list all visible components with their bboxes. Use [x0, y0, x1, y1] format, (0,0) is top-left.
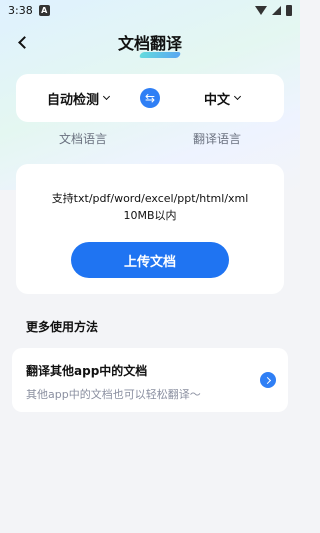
supported-formats-text: 支持txt/pdf/word/excel/ppt/html/xml 10MB以内 — [51, 192, 249, 222]
target-language-caption: 翻译语言 — [192, 132, 241, 146]
more-methods-heading: 更多使用方法 — [26, 320, 99, 334]
status-bar: 3:38 A — [0, 0, 300, 20]
wifi-icon — [255, 5, 267, 15]
chevron-down-icon — [102, 92, 111, 101]
card-title: 翻译其他app中的文档 — [26, 364, 148, 378]
language-captions: 文档语言 翻译语言 — [16, 130, 284, 148]
notification-icon: A — [38, 4, 50, 16]
chevron-right-icon[interactable] — [260, 372, 276, 388]
upload-document-button[interactable]: 上传文档 — [71, 242, 229, 278]
chevron-down-icon — [233, 92, 242, 101]
page-title: 文档翻译 — [118, 30, 182, 58]
language-selector: 自动检测 ⇆ 中文 — [16, 74, 284, 122]
target-language-label: 中文 — [203, 92, 230, 108]
translate-other-app-card[interactable]: 翻译其他app中的文档 其他app中的文档也可以轻松翻译〜 — [12, 348, 288, 412]
signal-icon — [272, 5, 281, 15]
status-time: 3:38 — [8, 3, 33, 17]
source-language-label: 自动检测 — [46, 92, 99, 108]
battery-icon — [286, 4, 292, 16]
back-button[interactable] — [10, 30, 34, 54]
swap-icon: ⇆ — [144, 91, 156, 105]
source-language-dropdown[interactable]: 自动检测 — [16, 89, 140, 108]
back-arrow-icon — [17, 35, 31, 49]
source-language-caption: 文档语言 — [58, 132, 107, 146]
target-language-dropdown[interactable]: 中文 — [160, 89, 284, 108]
upload-card: 支持txt/pdf/word/excel/ppt/html/xml 10MB以内… — [16, 164, 284, 294]
swap-languages-button[interactable]: ⇆ — [140, 88, 160, 108]
header: 文档翻译 — [0, 26, 300, 58]
card-subtitle: 其他app中的文档也可以轻松翻译〜 — [26, 388, 201, 401]
